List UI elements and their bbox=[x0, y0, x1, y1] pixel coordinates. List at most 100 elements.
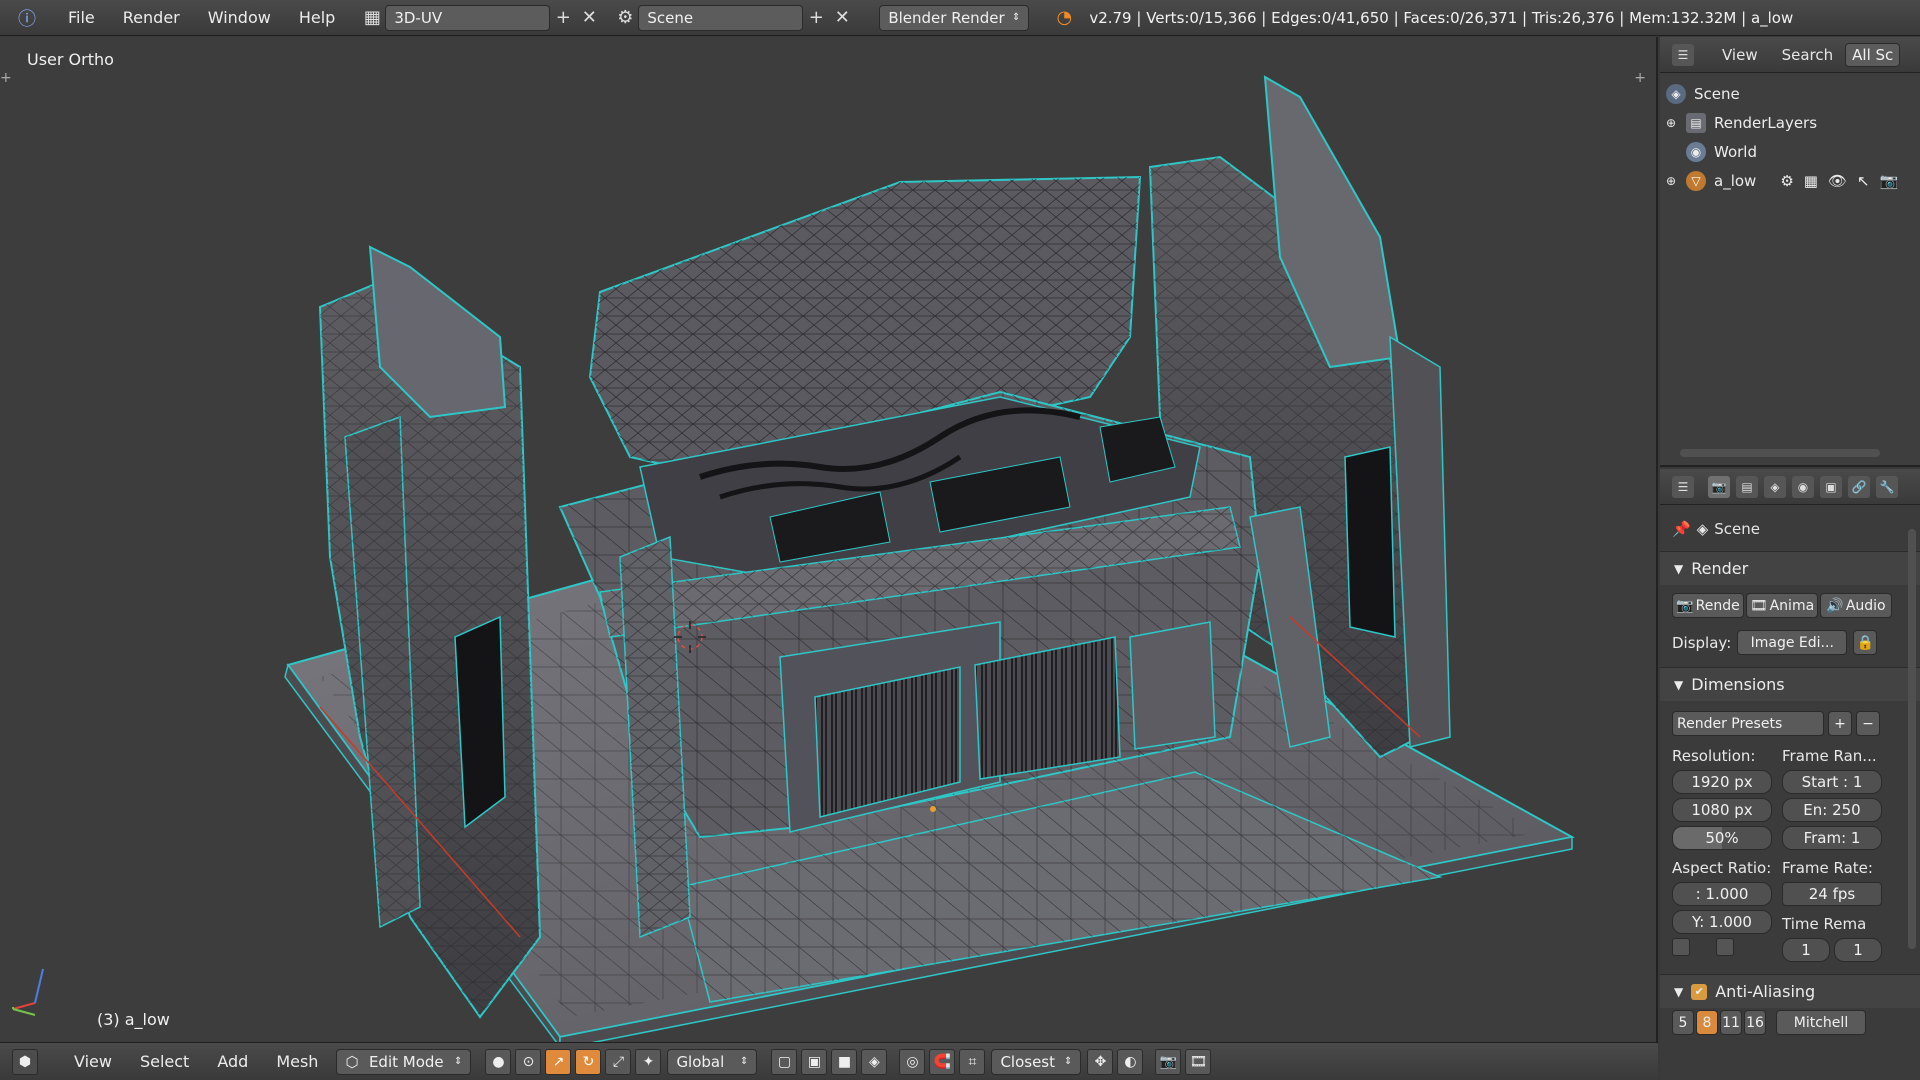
frame-rate-select[interactable]: 24 fps bbox=[1782, 882, 1882, 906]
close-scene-icon[interactable]: ✕ bbox=[829, 5, 855, 31]
menu-select[interactable]: Select bbox=[126, 1052, 203, 1071]
outliner-menu-search[interactable]: Search bbox=[1770, 46, 1846, 64]
edge-select-icon[interactable]: ▣ bbox=[801, 1048, 828, 1075]
outliner-scrollbar[interactable] bbox=[1680, 449, 1880, 457]
info-editor-icon[interactable]: ⓘ bbox=[14, 5, 40, 31]
opengl-render-icon[interactable]: 📷 bbox=[1155, 1048, 1182, 1075]
aa-samples-5[interactable]: 5 bbox=[1672, 1010, 1694, 1035]
snap-align-icon[interactable]: ✥ bbox=[1087, 1048, 1114, 1075]
render-button[interactable]: 📷 Rende bbox=[1672, 593, 1744, 618]
editor-type-icon[interactable]: ⬢ bbox=[12, 1048, 38, 1075]
add-layout-icon[interactable]: + bbox=[550, 5, 576, 31]
manipulator-toggle-icon[interactable]: ✦ bbox=[635, 1048, 662, 1075]
menu-render[interactable]: Render bbox=[109, 8, 194, 27]
resolution-percentage-slider[interactable]: 50% bbox=[1672, 826, 1772, 850]
outliner-menu-view[interactable]: View bbox=[1710, 46, 1770, 64]
aspect-x-field[interactable]: : 1.000 bbox=[1672, 882, 1772, 906]
3d-viewport[interactable]: User Ortho (3) a_low + + bbox=[0, 37, 1658, 1042]
render-engine-select[interactable]: Blender Render ⇕ bbox=[879, 4, 1030, 31]
rotate-manipulator-icon[interactable]: ↻ bbox=[575, 1048, 602, 1075]
scale-manipulator-icon[interactable]: ⤢ bbox=[605, 1048, 632, 1075]
opengl-anim-icon[interactable]: 🎞 bbox=[1185, 1048, 1212, 1075]
time-remap-new-field[interactable]: 1 bbox=[1834, 938, 1882, 962]
properties-display-icon[interactable]: ☰ bbox=[1672, 475, 1694, 498]
add-scene-icon[interactable]: + bbox=[803, 5, 829, 31]
scene-field[interactable]: Scene bbox=[638, 4, 804, 31]
pin-icon[interactable]: 📌 bbox=[1672, 520, 1691, 538]
render-button-label: Rende bbox=[1695, 597, 1740, 614]
limit-selection-icon[interactable]: ◈ bbox=[861, 1048, 888, 1075]
snap-target-select[interactable]: Closest ⇕ bbox=[991, 1048, 1082, 1075]
mode-select[interactable]: ⬡ Edit Mode ⇕ bbox=[336, 1048, 472, 1075]
render-panel-header[interactable]: ▼ Render bbox=[1660, 551, 1920, 585]
modifiers-tab-icon[interactable]: 🔧 bbox=[1876, 475, 1898, 498]
menu-window[interactable]: Window bbox=[194, 8, 285, 27]
menu-mesh[interactable]: Mesh bbox=[262, 1052, 332, 1071]
outliner: ☰ View Search All Sc ◈ Scene ⊕ ▤ RenderL… bbox=[1660, 37, 1920, 467]
proportional-edit-icon[interactable]: ◎ bbox=[899, 1048, 926, 1075]
remove-preset-icon[interactable]: − bbox=[1856, 711, 1880, 736]
menu-view[interactable]: View bbox=[60, 1052, 126, 1071]
snap-project-icon[interactable]: ◐ bbox=[1117, 1048, 1144, 1075]
menu-help[interactable]: Help bbox=[285, 8, 349, 27]
menu-file[interactable]: File bbox=[54, 8, 109, 27]
screen-layout-icon[interactable]: ▦ bbox=[359, 5, 385, 31]
render-tab-icon[interactable]: 📷 bbox=[1708, 475, 1730, 498]
outliner-filter-select[interactable]: All Sc bbox=[1845, 42, 1901, 67]
aa-samples-11[interactable]: 11 bbox=[1720, 1010, 1742, 1035]
properties-scrollbar[interactable] bbox=[1908, 529, 1916, 949]
vertex-select-icon[interactable]: ▢ bbox=[771, 1048, 798, 1075]
animation-button[interactable]: 🎞 Anima bbox=[1746, 593, 1818, 618]
transform-orientation-select[interactable]: Global ⇕ bbox=[667, 1048, 758, 1075]
outliner-item-world[interactable]: ◉ World bbox=[1660, 137, 1920, 166]
expand-icon[interactable]: ⊕ bbox=[1666, 116, 1686, 130]
snap-toggle-icon[interactable]: 🧲 bbox=[929, 1048, 956, 1075]
constraints-tab-icon[interactable]: 🔗 bbox=[1848, 475, 1870, 498]
audio-button[interactable]: 🔊 Audio bbox=[1820, 593, 1892, 618]
scene-tab-icon[interactable]: ◈ bbox=[1764, 475, 1786, 498]
outliner-item-renderlayers[interactable]: ⊕ ▤ RenderLayers bbox=[1660, 108, 1920, 137]
translate-manipulator-icon[interactable]: ↗ bbox=[545, 1048, 572, 1075]
resolution-y-field[interactable]: 1080 px bbox=[1672, 798, 1772, 822]
resolution-x-field[interactable]: 1920 px bbox=[1672, 770, 1772, 794]
renderable-camera-icon[interactable]: 📷 bbox=[1880, 172, 1899, 190]
screen-layout-field[interactable]: 3D-UV bbox=[385, 4, 551, 31]
outliner-item-a-low[interactable]: ⊕ ▽ a_low ⚙ ▦ 👁 ↖ 📷 bbox=[1660, 166, 1920, 195]
aa-samples-8[interactable]: 8 bbox=[1696, 1010, 1718, 1035]
render-layers-tab-icon[interactable]: ▤ bbox=[1736, 475, 1758, 498]
selectable-cursor-icon[interactable]: ↖ bbox=[1857, 172, 1870, 190]
border-checkbox[interactable] bbox=[1672, 938, 1690, 956]
anti-aliasing-panel-header[interactable]: ▼ ✔ Anti-Aliasing bbox=[1660, 974, 1920, 1008]
menu-add[interactable]: Add bbox=[203, 1052, 262, 1071]
face-select-icon[interactable]: ■ bbox=[831, 1048, 858, 1075]
visibility-eye-icon[interactable]: 👁 bbox=[1828, 172, 1847, 190]
close-layout-icon[interactable]: ✕ bbox=[576, 5, 602, 31]
dimensions-panel-header[interactable]: ▼ Dimensions bbox=[1660, 667, 1920, 701]
aa-filter-select[interactable]: Mitchell bbox=[1776, 1010, 1866, 1035]
frame-start-field[interactable]: Start : 1 bbox=[1782, 770, 1882, 794]
mesh-data-icon[interactable]: ▦ bbox=[1804, 172, 1818, 190]
aspect-y-field[interactable]: Y: 1.000 bbox=[1672, 910, 1772, 934]
snap-element-icon[interactable]: ⌗ bbox=[959, 1048, 986, 1075]
frame-step-field[interactable]: Fram: 1 bbox=[1782, 826, 1882, 850]
add-preset-icon[interactable]: + bbox=[1828, 711, 1852, 736]
anti-aliasing-checkbox[interactable]: ✔ bbox=[1691, 983, 1708, 1000]
viewport-expand-right-icon[interactable]: + bbox=[1634, 70, 1646, 86]
expand-icon[interactable]: ⊕ bbox=[1666, 174, 1686, 188]
world-tab-icon[interactable]: ◉ bbox=[1792, 475, 1814, 498]
outliner-item-scene[interactable]: ◈ Scene bbox=[1660, 79, 1920, 108]
lock-interface-icon[interactable]: 🔒 bbox=[1853, 630, 1878, 655]
pivot-point-icon[interactable]: ⊙ bbox=[515, 1048, 542, 1075]
modifier-icon[interactable]: ⚙ bbox=[1780, 172, 1793, 190]
frame-end-field[interactable]: En: 250 bbox=[1782, 798, 1882, 822]
crop-checkbox[interactable] bbox=[1716, 938, 1734, 956]
aa-samples-16[interactable]: 16 bbox=[1744, 1010, 1766, 1035]
scene-selector-icon[interactable]: ⚙ bbox=[612, 5, 638, 31]
display-select[interactable]: Image Edi... bbox=[1737, 630, 1848, 655]
viewport-shading-icon[interactable]: ● bbox=[485, 1048, 512, 1075]
time-remap-old-field[interactable]: 1 bbox=[1782, 938, 1830, 962]
viewport-expand-left-icon[interactable]: + bbox=[0, 70, 12, 86]
render-presets-select[interactable]: Render Presets bbox=[1672, 711, 1824, 736]
outliner-display-icon[interactable]: ☰ bbox=[1672, 43, 1694, 66]
object-tab-icon[interactable]: ▣ bbox=[1820, 475, 1842, 498]
